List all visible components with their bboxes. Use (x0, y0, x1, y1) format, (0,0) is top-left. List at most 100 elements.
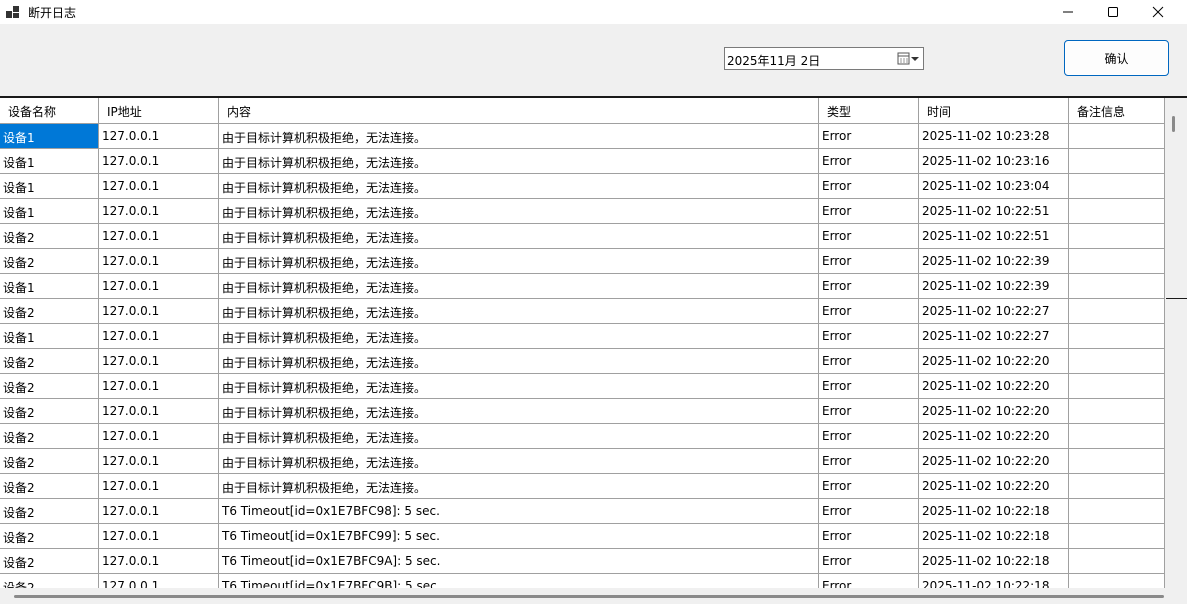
cell-ip[interactable]: 127.0.0.1 (99, 349, 219, 373)
cell-remarks[interactable] (1069, 224, 1165, 248)
cell-ip[interactable]: 127.0.0.1 (99, 299, 219, 323)
cell-ip[interactable]: 127.0.0.1 (99, 149, 219, 173)
table-row[interactable]: 设备1 127.0.0.1 由于目标计算机积极拒绝，无法连接。 Error 2025-1… (0, 174, 1165, 199)
minimize-button[interactable] (1045, 0, 1091, 24)
cell-content[interactable]: 由于目标计算机积极拒绝，无法连接。 (219, 374, 819, 398)
cell-type[interactable]: Error (819, 124, 919, 148)
column-header-time[interactable]: 时间 (919, 98, 1069, 124)
cell-time[interactable]: 2025-11-02 10:22:20 (919, 449, 1069, 473)
cell-remarks[interactable] (1069, 424, 1165, 448)
cell-ip[interactable]: 127.0.0.1 (99, 449, 219, 473)
cell-ip[interactable]: 127.0.0.1 (99, 249, 219, 273)
cell-device-name[interactable]: 设备2 (0, 524, 99, 548)
cell-ip[interactable]: 127.0.0.1 (99, 399, 219, 423)
cell-content[interactable]: 由于目标计算机积极拒绝，无法连接。 (219, 474, 819, 498)
cell-remarks[interactable] (1069, 574, 1165, 588)
table-row[interactable]: 设备1 127.0.0.1 由于目标计算机积极拒绝，无法连接。 Error 2025-1… (0, 324, 1165, 349)
cell-device-name[interactable]: 设备2 (0, 399, 99, 423)
cell-content[interactable]: T6 Timeout[id=0x1E7BFC98]: 5 sec. (219, 499, 819, 523)
cell-remarks[interactable] (1069, 399, 1165, 423)
cell-device-name[interactable]: 设备2 (0, 299, 99, 323)
cell-time[interactable]: 2025-11-02 10:22:51 (919, 224, 1069, 248)
cell-device-name[interactable]: 设备2 (0, 349, 99, 373)
cell-type[interactable]: Error (819, 574, 919, 588)
cell-time[interactable]: 2025-11-02 10:23:04 (919, 174, 1069, 198)
table-row[interactable]: 设备2 127.0.0.1 由于目标计算机积极拒绝，无法连接。 Error 2025-1… (0, 474, 1165, 499)
cell-time[interactable]: 2025-11-02 10:22:27 (919, 299, 1069, 323)
cell-device-name[interactable]: 设备2 (0, 374, 99, 398)
table-row[interactable]: 设备1 127.0.0.1 由于目标计算机积极拒绝，无法连接。 Error 2025-1… (0, 124, 1165, 149)
table-row[interactable]: 设备2 127.0.0.1 由于目标计算机积极拒绝，无法连接。 Error 2025-1… (0, 449, 1165, 474)
cell-time[interactable]: 2025-11-02 10:22:20 (919, 399, 1069, 423)
cell-device-name[interactable]: 设备2 (0, 449, 99, 473)
column-header-ip[interactable]: IP地址 (99, 98, 219, 124)
column-header-remarks[interactable]: 备注信息 (1069, 98, 1165, 124)
cell-content[interactable]: T6 Timeout[id=0x1E7BFC9B]: 5 sec. (219, 574, 819, 588)
cell-device-name[interactable]: 设备2 (0, 474, 99, 498)
column-header-content[interactable]: 内容 (219, 98, 819, 124)
cell-time[interactable]: 2025-11-02 10:22:39 (919, 249, 1069, 273)
cell-content[interactable]: T6 Timeout[id=0x1E7BFC9A]: 5 sec. (219, 549, 819, 573)
cell-content[interactable]: 由于目标计算机积极拒绝，无法连接。 (219, 424, 819, 448)
cell-time[interactable]: 2025-11-02 10:23:28 (919, 124, 1069, 148)
cell-type[interactable]: Error (819, 449, 919, 473)
cell-remarks[interactable] (1069, 274, 1165, 298)
table-row[interactable]: 设备2 127.0.0.1 由于目标计算机积极拒绝，无法连接。 Error 2025-1… (0, 224, 1165, 249)
cell-content[interactable]: 由于目标计算机积极拒绝，无法连接。 (219, 249, 819, 273)
date-picker[interactable]: 2025年11月 2日 (724, 47, 924, 70)
cell-device-name[interactable]: 设备2 (0, 424, 99, 448)
cell-content[interactable]: 由于目标计算机积极拒绝，无法连接。 (219, 449, 819, 473)
cell-content[interactable]: 由于目标计算机积极拒绝，无法连接。 (219, 324, 819, 348)
cell-remarks[interactable] (1069, 149, 1165, 173)
table-row[interactable]: 设备2 127.0.0.1 T6 Timeout[id=0x1E7BFC98]: 5… (0, 499, 1165, 524)
cell-time[interactable]: 2025-11-02 10:22:27 (919, 324, 1069, 348)
cell-time[interactable]: 2025-11-02 10:22:18 (919, 499, 1069, 523)
table-row[interactable]: 设备1 127.0.0.1 由于目标计算机积极拒绝，无法连接。 Error 2025-1… (0, 149, 1165, 174)
cell-content[interactable]: 由于目标计算机积极拒绝，无法连接。 (219, 274, 819, 298)
cell-ip[interactable]: 127.0.0.1 (99, 574, 219, 588)
cell-time[interactable]: 2025-11-02 10:22:18 (919, 574, 1069, 588)
cell-time[interactable]: 2025-11-02 10:22:51 (919, 199, 1069, 223)
cell-content[interactable]: 由于目标计算机积极拒绝，无法连接。 (219, 224, 819, 248)
cell-time[interactable]: 2025-11-02 10:22:20 (919, 474, 1069, 498)
cell-device-name[interactable]: 设备1 (0, 324, 99, 348)
cell-ip[interactable]: 127.0.0.1 (99, 274, 219, 298)
cell-remarks[interactable] (1069, 549, 1165, 573)
cell-content[interactable]: T6 Timeout[id=0x1E7BFC99]: 5 sec. (219, 524, 819, 548)
cell-ip[interactable]: 127.0.0.1 (99, 224, 219, 248)
cell-time[interactable]: 2025-11-02 10:22:20 (919, 424, 1069, 448)
cell-time[interactable]: 2025-11-02 10:22:39 (919, 274, 1069, 298)
confirm-button[interactable]: 确认 (1064, 40, 1169, 76)
table-row[interactable]: 设备2 127.0.0.1 由于目标计算机积极拒绝，无法连接。 Error 2025-1… (0, 349, 1165, 374)
table-row[interactable]: 设备2 127.0.0.1 由于目标计算机积极拒绝，无法连接。 Error 2025-1… (0, 249, 1165, 274)
table-row[interactable]: 设备2 127.0.0.1 T6 Timeout[id=0x1E7BFC9B]: 5… (0, 574, 1165, 588)
cell-type[interactable]: Error (819, 174, 919, 198)
cell-type[interactable]: Error (819, 224, 919, 248)
cell-type[interactable]: Error (819, 349, 919, 373)
cell-content[interactable]: 由于目标计算机积极拒绝，无法连接。 (219, 149, 819, 173)
cell-remarks[interactable] (1069, 449, 1165, 473)
cell-device-name[interactable]: 设备2 (0, 574, 99, 588)
cell-type[interactable]: Error (819, 549, 919, 573)
column-header-type[interactable]: 类型 (819, 98, 919, 124)
cell-type[interactable]: Error (819, 524, 919, 548)
cell-device-name[interactable]: 设备1 (0, 124, 99, 148)
cell-type[interactable]: Error (819, 299, 919, 323)
cell-device-name[interactable]: 设备2 (0, 224, 99, 248)
cell-device-name[interactable]: 设备2 (0, 549, 99, 573)
cell-type[interactable]: Error (819, 249, 919, 273)
cell-ip[interactable]: 127.0.0.1 (99, 474, 219, 498)
cell-remarks[interactable] (1069, 324, 1165, 348)
cell-type[interactable]: Error (819, 274, 919, 298)
cell-device-name[interactable]: 设备1 (0, 149, 99, 173)
table-row[interactable]: 设备2 127.0.0.1 由于目标计算机积极拒绝，无法连接。 Error 2025-1… (0, 399, 1165, 424)
cell-device-name[interactable]: 设备1 (0, 174, 99, 198)
cell-remarks[interactable] (1069, 299, 1165, 323)
cell-ip[interactable]: 127.0.0.1 (99, 524, 219, 548)
cell-ip[interactable]: 127.0.0.1 (99, 499, 219, 523)
cell-type[interactable]: Error (819, 424, 919, 448)
cell-ip[interactable]: 127.0.0.1 (99, 324, 219, 348)
log-grid[interactable]: 设备名称 IP地址 内容 类型 时间 备注信息 设备1 127.0.0.1 由于目标… (0, 98, 1165, 588)
table-row[interactable]: 设备2 127.0.0.1 由于目标计算机积极拒绝，无法连接。 Error 2025-1… (0, 299, 1165, 324)
cell-type[interactable]: Error (819, 499, 919, 523)
